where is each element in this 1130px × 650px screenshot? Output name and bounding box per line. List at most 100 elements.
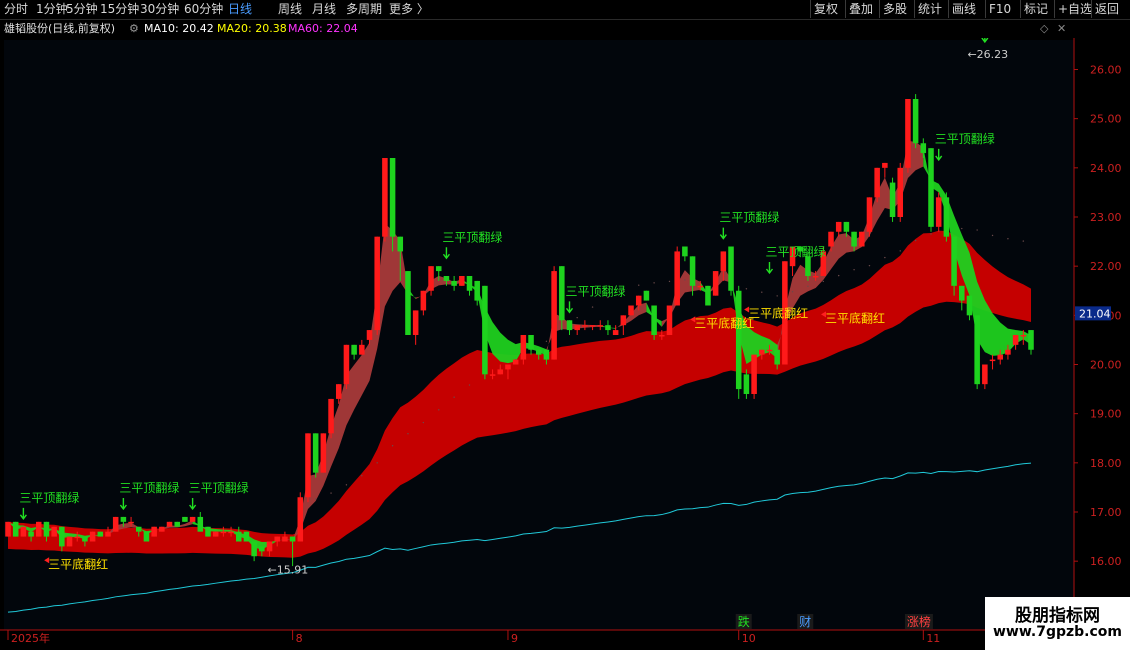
candle-body-64 (497, 369, 504, 375)
candle-body-37 (289, 536, 296, 542)
candle-body-129 (997, 354, 1004, 360)
ma-dot-96 (745, 288, 748, 290)
toolbar-action-5[interactable]: F10 (985, 0, 1014, 18)
period-tab-2[interactable]: 5分钟 (66, 1, 98, 17)
candle-body-39 (305, 433, 311, 498)
y-tick-label-10: 25.00 (1090, 113, 1122, 126)
candle-body-73 (566, 320, 573, 331)
toolbar-action-3[interactable]: 统计 (914, 0, 945, 18)
candle-body-60 (466, 276, 473, 291)
candle-body-120 (928, 148, 934, 227)
candle-body-26 (205, 526, 211, 537)
candle-body-23 (182, 516, 188, 522)
watermark-title: 股朋指标网 (1015, 606, 1100, 626)
candle-body-113 (874, 167, 880, 198)
ma-dot-58 (453, 396, 455, 398)
candle-body-123 (951, 236, 957, 286)
price-mark-0: ←15.91 (268, 564, 309, 577)
settings-gear-icon[interactable]: ⚙ (129, 20, 139, 38)
ma-dot-106 (822, 280, 825, 283)
candle-body-7 (59, 526, 65, 547)
y-tick-label-8: 23.00 (1090, 211, 1122, 224)
candle-body-58 (451, 280, 457, 286)
toolbar-action-7[interactable]: +自选 (1054, 0, 1095, 18)
candle-body-10 (82, 536, 88, 542)
candle-body-78 (605, 325, 611, 331)
candle-body-31 (243, 531, 250, 542)
period-tab-10[interactable]: 更多 〉 (389, 1, 429, 17)
period-tab-9[interactable]: 多周期 (346, 1, 382, 17)
toolbar-action-8[interactable]: 返回 (1091, 0, 1122, 18)
y-tick-label-7: 22.00 (1090, 260, 1122, 273)
candle-body-6 (51, 526, 57, 537)
signal-label-5: 三平顶翻绿 (565, 283, 625, 298)
period-tab-8[interactable]: 月线 (312, 1, 336, 17)
ma-dot-60 (468, 384, 471, 386)
candle-body-5 (43, 521, 50, 537)
ma-dot-70 (545, 340, 548, 342)
toolbar-action-0[interactable]: 复权 (810, 0, 841, 18)
candle-body-84 (651, 305, 657, 335)
ma-dot-52 (407, 433, 409, 435)
candle-body-128 (989, 359, 996, 362)
period-tab-5[interactable]: 60分钟 (184, 1, 223, 17)
candle-body-124 (959, 285, 965, 301)
toolbar-action-2[interactable]: 多股 (879, 0, 910, 18)
toolbar-action-1[interactable]: 叠加 (845, 0, 876, 18)
ma-dot-44 (345, 484, 348, 486)
toolbar-action-6[interactable]: 标记 (1020, 0, 1051, 18)
candle-body-76 (589, 325, 596, 327)
period-tab-0[interactable]: 分时 (4, 1, 28, 17)
y-tick-label-4: 19.00 (1090, 408, 1122, 421)
candle-body-118 (912, 99, 919, 144)
ma-dot-84 (653, 282, 655, 284)
candle-body-48 (374, 236, 380, 331)
candle-body-119 (920, 143, 927, 154)
candle-body-96 (743, 374, 750, 394)
y-tick-label-9: 24.00 (1090, 162, 1122, 175)
event-tag-1: 财 (799, 615, 811, 629)
signal-label-3: 三平顶翻绿 (189, 480, 249, 495)
period-tab-6[interactable]: 日线 (228, 1, 252, 17)
diamond-icon[interactable]: ◇ (1040, 20, 1048, 38)
candle-body-0 (5, 521, 11, 537)
candle-body-34 (266, 541, 273, 552)
candle-body-53 (412, 310, 419, 335)
kline-chart[interactable]: 三平顶翻绿三平底翻红三平顶翻绿 三平顶翻绿三平顶翻绿三平顶翻绿三平底翻红三平顶翻绿… (0, 38, 1130, 650)
close-icon[interactable]: ✕ (1057, 20, 1066, 38)
ma-dot-102 (791, 291, 794, 293)
ma-dot-48 (376, 462, 378, 464)
candle-body-127 (982, 364, 988, 385)
event-tag-2: 涨榜 (907, 614, 931, 629)
ma-dot-132 (1022, 240, 1025, 242)
candle-body-94 (728, 246, 734, 291)
candle-body-133 (1028, 330, 1034, 350)
candle-body-24 (189, 516, 196, 522)
candle-body-8 (66, 536, 73, 547)
candle-body-36 (282, 536, 288, 542)
ma-dot-54 (422, 421, 425, 424)
candle-body-95 (735, 290, 742, 390)
candle-body-25 (197, 516, 204, 532)
candle-body-33 (259, 546, 265, 552)
candle-body-18 (143, 531, 150, 542)
candle-body-87 (674, 251, 680, 306)
period-tab-7[interactable]: 周线 (278, 1, 302, 17)
current-price-label: 21.04 (1079, 307, 1111, 320)
candle-body-19 (151, 526, 157, 537)
watermark-logo: 股朋指标网 www.7gpzb.com (985, 597, 1130, 650)
candle-body-12 (97, 531, 104, 537)
period-tab-4[interactable]: 30分钟 (140, 1, 179, 17)
toolbar-action-4[interactable]: 画线 (948, 0, 979, 18)
candle-body-108 (835, 221, 842, 232)
candle-body-81 (628, 305, 634, 316)
ma-dot-100 (776, 295, 778, 297)
signal-label-6: 三平底翻红 (694, 315, 754, 330)
candle-body-122 (943, 197, 950, 237)
ma-dot-120 (930, 233, 932, 235)
signal-label-1: 三平底翻红 (48, 556, 108, 571)
candle-body-130 (1005, 349, 1011, 355)
period-tab-3[interactable]: 15分钟 (100, 1, 139, 17)
candle-body-98 (759, 349, 765, 355)
period-tab-1[interactable]: 1分钟 (36, 1, 68, 17)
